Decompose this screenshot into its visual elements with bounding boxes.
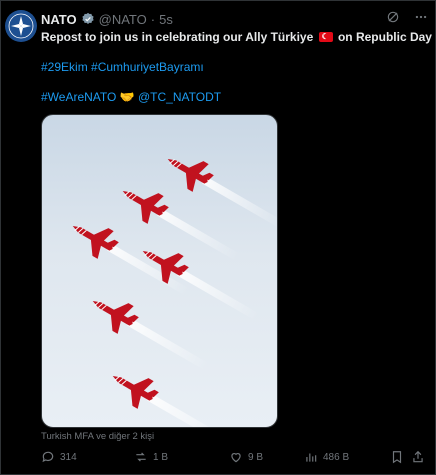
bookmark-button[interactable]: [390, 450, 404, 464]
nato-logo-icon: [8, 13, 34, 39]
repost-count: 1 B: [153, 451, 169, 463]
more-icon[interactable]: [414, 10, 428, 24]
tweet-actions: 314 1 B 9 B 486 B: [41, 450, 426, 468]
hashtag-wearenato[interactable]: #WeAreNATO: [41, 90, 116, 104]
jet: [112, 376, 230, 427]
tweet-text-line3: #WeAreNATO 🤝 @TC_NATODT: [41, 89, 221, 105]
repost-icon: [136, 452, 146, 462]
timestamp[interactable]: 5s: [159, 12, 173, 27]
smoke-trail: [147, 393, 230, 427]
jet: [92, 301, 210, 371]
views-icon: [306, 453, 317, 462]
image-caption[interactable]: Turkish MFA ve diğer 2 kişi: [41, 431, 154, 442]
author-name[interactable]: NATO: [41, 12, 77, 27]
smoke-trail: [177, 268, 260, 321]
author-handle[interactable]: @NATO: [99, 12, 147, 27]
like-button[interactable]: 9 B: [229, 450, 263, 464]
repost-button[interactable]: 1 B: [134, 450, 168, 464]
bookmark-icon: [392, 451, 402, 464]
views-count: 486 B: [323, 451, 350, 463]
smoke-trail: [127, 318, 210, 371]
turkey-flag-icon: [318, 29, 333, 45]
like-count: 9 B: [248, 451, 264, 463]
tweet-image[interactable]: [41, 114, 278, 428]
grok-icon[interactable]: [386, 10, 400, 24]
smoke-trail: [202, 176, 277, 229]
avatar[interactable]: [5, 10, 37, 42]
views-button[interactable]: 486 B: [304, 450, 349, 464]
jets-formation-image: [72, 159, 277, 427]
jet: [142, 251, 260, 321]
hashtags[interactable]: #29Ekim #CumhuriyetBayramı: [41, 59, 204, 75]
tweet-header: NATO @NATO · 5s: [41, 10, 173, 28]
smoke-trail: [157, 208, 240, 261]
like-icon: [231, 453, 241, 463]
share-icon: [413, 450, 423, 463]
mention-tc-natodt[interactable]: @TC_NATODT: [138, 90, 221, 104]
separator-dot: ·: [150, 11, 156, 27]
verified-icon: [81, 12, 95, 26]
tweet-text-main: Repost to join us in celebrating our All…: [41, 30, 314, 44]
share-button[interactable]: [411, 450, 425, 464]
tweet-text-line1: Repost to join us in celebrating our All…: [41, 29, 432, 45]
tweet-text-suffix: on Republic Day: [337, 30, 432, 44]
reply-icon: [42, 451, 54, 463]
handshake-emoji: 🤝: [119, 90, 135, 104]
reply-button[interactable]: 314: [41, 450, 77, 464]
tweet-top-actions: [386, 10, 428, 24]
reply-count: 314: [60, 451, 77, 463]
